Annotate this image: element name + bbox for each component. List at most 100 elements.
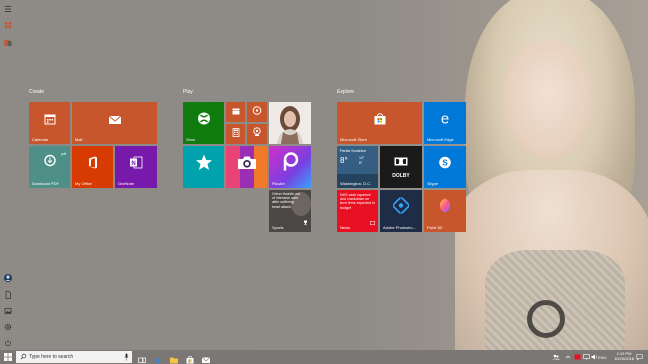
tile-skype[interactable]: S Skype: [424, 146, 466, 188]
tile-label: PicsArt: [272, 181, 285, 186]
skype-icon: S: [438, 155, 452, 174]
office-icon: [87, 155, 99, 174]
clapperboard-icon: [232, 102, 240, 120]
svg-text:S: S: [442, 158, 448, 167]
tile-dolby[interactable]: DOLBY: [380, 146, 422, 188]
news-icon: [370, 212, 375, 230]
windows-logo-icon: [4, 353, 12, 361]
group-title-play[interactable]: Play: [183, 89, 193, 95]
mail-icon: [201, 357, 211, 363]
tile-label: Xbox: [186, 137, 196, 142]
folder-icon: [170, 357, 178, 364]
weather-temperature: 8°: [340, 156, 348, 165]
tile-label: Microsoft Store: [340, 137, 367, 142]
tile-calculator[interactable]: [226, 124, 245, 144]
picsart-logo-icon: [281, 151, 299, 176]
tile-microsoft-edge[interactable]: e Microsoft Edge: [424, 102, 466, 144]
people-icon[interactable]: [552, 353, 560, 362]
search-placeholder: Type here to search: [29, 354, 74, 360]
action-center-icon[interactable]: [636, 353, 643, 362]
mail-icon: [108, 112, 122, 130]
photoshop-express-icon: [391, 195, 411, 218]
tile-camera[interactable]: [247, 124, 267, 144]
taskbar-edge[interactable]: e: [153, 352, 163, 364]
dolby-logo-icon: [394, 153, 408, 171]
tile-my-office[interactable]: My Office: [72, 146, 113, 188]
taskbar-mail[interactable]: [201, 352, 211, 363]
taskbar-clock[interactable]: 2:19 PM 10/29/2018: [614, 351, 634, 361]
tile-label: Skype: [427, 181, 439, 186]
weather-high-low: 13° 6°: [359, 156, 365, 165]
tile-picsart[interactable]: PicsArt: [269, 146, 311, 188]
volume-icon[interactable]: [591, 353, 598, 362]
hamburger-menu-icon[interactable]: [3, 4, 13, 14]
pictures-icon[interactable]: [3, 306, 13, 316]
chevron-up-icon[interactable]: [565, 353, 571, 362]
tile-movies-tv[interactable]: [226, 102, 245, 122]
power-icon[interactable]: [3, 338, 13, 348]
user-avatar-icon[interactable]: [3, 273, 13, 283]
tile-sports[interactable]: Glenn Hoddle out of intensive care after…: [269, 190, 311, 232]
tile-groove-music[interactable]: [247, 102, 267, 122]
settings-gear-icon[interactable]: [3, 322, 13, 332]
tile-mail[interactable]: Mail: [72, 102, 157, 144]
start-left-rail: [0, 0, 16, 350]
tile-label: Download PDF: [32, 181, 59, 186]
onenote-icon: N: [129, 156, 143, 174]
shopping-bag-icon: [186, 355, 194, 364]
taskbar-file-explorer[interactable]: [169, 352, 179, 364]
tile-label: Adobe Photosho...: [383, 225, 416, 230]
calculator-icon: [232, 124, 239, 142]
taskbar-search-box[interactable]: Type here to search: [16, 351, 132, 363]
tiles-icon[interactable]: [3, 20, 13, 30]
svg-text:e: e: [155, 356, 161, 364]
tile-label: Calendar: [32, 137, 49, 142]
tile-microsoft-store[interactable]: Microsoft Store: [337, 102, 422, 144]
tile-news[interactable]: NHS cash squeeze and crackdown on tech f…: [337, 190, 378, 232]
tile-star-app[interactable]: [183, 146, 224, 188]
weather-condition: Partial Sunshine: [340, 149, 367, 153]
news-headline: NHS cash squeeze and crackdown on tech f…: [340, 193, 375, 210]
webcam-icon: [253, 124, 262, 142]
tile-photos-person[interactable]: [269, 102, 311, 144]
tile-label: Paint 3D: [427, 225, 443, 230]
xbox-icon: [197, 111, 211, 130]
tile-photoshop-express[interactable]: Adobe Photosho...: [380, 190, 422, 232]
task-view-button[interactable]: [137, 352, 147, 363]
dolby-wordmark: DOLBY: [392, 173, 410, 179]
star-icon: [195, 153, 213, 176]
tile-label: OneNote: [118, 181, 135, 186]
search-icon: [20, 353, 27, 360]
tile-calendar[interactable]: Calendar: [29, 102, 70, 144]
notification-app-icon[interactable]: [574, 353, 581, 362]
documents-icon[interactable]: [3, 290, 13, 300]
taskbar-store[interactable]: [185, 352, 195, 364]
background-portrait: [455, 0, 648, 350]
tile-label: Mail: [75, 137, 83, 142]
trophy-icon: [303, 212, 308, 230]
all-apps-icon[interactable]: [3, 38, 13, 48]
edge-icon: e: [155, 356, 161, 364]
tile-paint-3d[interactable]: Paint 3D: [424, 190, 466, 232]
group-title-create[interactable]: Create: [29, 89, 44, 95]
portrait-photo-image: [269, 102, 311, 144]
start-button[interactable]: [0, 350, 16, 364]
tile-label: Sports: [272, 225, 284, 230]
edge-icon: e: [438, 110, 452, 130]
taskbar: Type here to search e ENG 2:19 PM 10/29/…: [0, 350, 648, 364]
weather-city: Washington, D.C.: [340, 181, 372, 186]
tile-onenote[interactable]: N OneNote: [115, 146, 157, 188]
input-language[interactable]: ENG: [598, 355, 607, 360]
svg-text:e: e: [441, 111, 449, 125]
calendar-icon: [44, 112, 56, 130]
paint-3d-icon: [438, 197, 452, 218]
tile-xbox[interactable]: Xbox: [183, 102, 224, 144]
tile-weather[interactable]: Partial Sunshine 8° 13° 6° Washington, D…: [337, 146, 378, 188]
group-title-explore[interactable]: Explore: [337, 89, 354, 95]
tile-camera-360[interactable]: [226, 146, 267, 188]
network-icon[interactable]: [583, 353, 590, 362]
pdf-icon: [43, 153, 57, 172]
tile-label: Microsoft Edge: [427, 137, 454, 142]
tile-download-pdf[interactable]: pdf Download PDF: [29, 146, 70, 188]
microphone-icon[interactable]: [124, 353, 129, 361]
